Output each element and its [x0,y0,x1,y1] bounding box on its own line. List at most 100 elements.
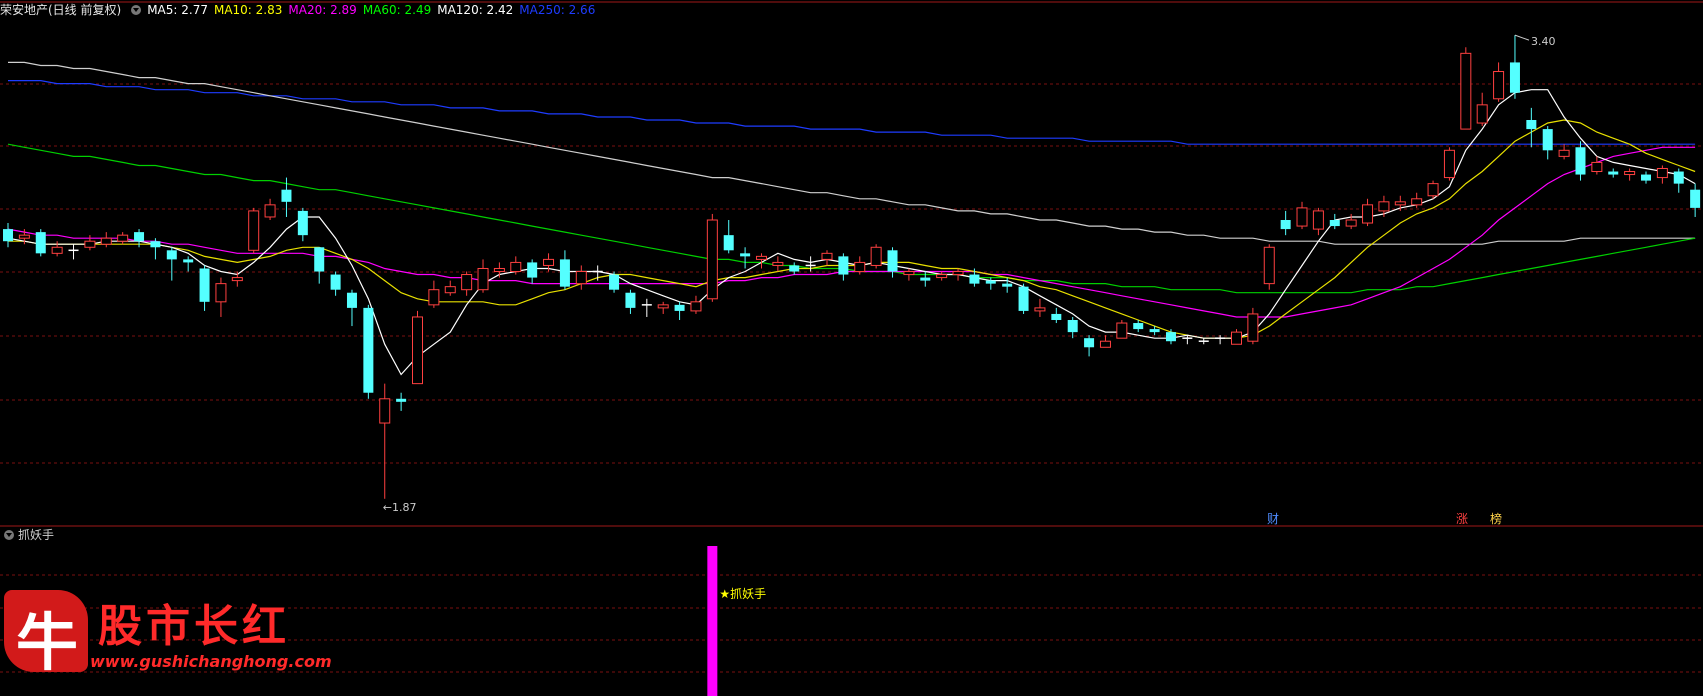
event-mark: 榜 [1490,511,1502,526]
bull-logo-icon: 牛 [4,590,88,679]
candle-body [314,247,325,272]
candle-body [1591,161,1603,173]
candle-body [183,259,194,263]
candle-body [1394,201,1406,206]
dropdown-circle-icon[interactable] [131,5,142,15]
candle-body [1690,189,1701,208]
candle-body [100,237,112,245]
candle-body [772,261,784,266]
candle-body [903,271,915,276]
candle-body [1165,332,1176,342]
candle-body [1509,62,1520,93]
candle-body [920,277,931,281]
candle-body [1296,207,1308,227]
candle-body [723,235,734,251]
indicator-header: 抓妖手 [0,527,54,543]
ma10-line [8,119,1696,339]
candle-body [1427,183,1439,197]
candle-body [952,271,964,276]
low-price-label: ←1.87 [383,501,417,514]
candle-body [18,234,30,239]
signal-bar [707,546,718,696]
candle-body [575,271,587,285]
candle-body [1542,129,1553,151]
candle-body [493,267,505,273]
logo-char: 牛 [16,606,79,679]
candle-body [379,398,391,424]
candle-body [1378,201,1390,212]
candle-body [150,241,161,248]
candle-body [1149,329,1160,333]
candle-body [838,256,849,275]
candle-body [1411,198,1423,206]
candle-body [1476,104,1488,124]
stock-title: 荣安地产(日线 前复权) [0,3,122,17]
candle-body [1263,246,1275,285]
candle-body [166,250,177,260]
candle-body [1526,120,1537,130]
candle-body [854,261,866,273]
candle-body [428,289,440,306]
candle-body [1051,313,1062,320]
candle-body [1345,219,1357,227]
candle-body [1608,171,1619,175]
candle-body [231,277,243,282]
candle-body [1247,313,1259,342]
chart-header: 荣安地产(日线 前复权) MA5: 2.77 MA10: 2.83 MA20: 2.8… [0,0,601,20]
candle-body [215,283,227,303]
candle-body [1575,147,1586,175]
candle-body [969,274,980,284]
candle-body [1673,171,1684,184]
candle-body [1443,149,1455,179]
candle-body [444,286,456,294]
candle-body [510,261,522,273]
ma120-line [8,61,1696,245]
ma20-line [7,146,1696,318]
candle-body [1116,322,1128,339]
ma60-label: MA60: 2.49 [362,3,432,17]
candle-body [1018,286,1029,311]
candle-body [1656,167,1668,179]
candle-body [559,259,570,287]
watermark-title: 股市长红 [98,601,290,652]
candle-body [35,232,46,254]
candle-body [1493,71,1505,100]
candle-body [396,398,407,402]
ma5-line [7,89,1696,376]
event-mark: 涨 [1456,511,1468,526]
ma60-line [7,143,1696,294]
candle-body [1362,204,1374,224]
ma250-line [8,79,1696,145]
candle-body [1460,52,1472,130]
candle-body [740,253,751,257]
candle-body [936,274,948,279]
ma20-label: MA20: 2.89 [288,3,357,17]
candle-body [281,189,292,202]
candle-body [1312,210,1324,230]
candle-body [674,304,685,311]
candle-body [985,280,996,284]
candle-body [264,204,276,218]
candle-body [248,210,260,251]
ma120-label: MA120: 2.42 [437,3,514,17]
candle-body [1280,220,1291,230]
candle-body [690,301,702,312]
candle-body [821,252,833,260]
high-price-label: 3.40 [1531,35,1556,48]
candle-body [625,292,636,308]
candle-body [461,274,473,291]
candle-body [117,234,129,242]
candle-body [84,240,96,248]
candle-body [870,246,882,266]
candle-body [1099,340,1111,348]
candle-body [1067,320,1078,333]
candle-body [789,265,800,272]
candle-body [1002,283,1013,287]
candle-body [1231,331,1242,345]
candle-body [609,274,620,290]
candle-body [1641,174,1651,181]
candle-body [755,255,767,260]
watermark-logo: 牛 股市长红 www.gushichanghong.com [4,590,332,690]
indicator-dropdown-icon[interactable] [4,530,14,540]
candle-body [346,292,357,308]
